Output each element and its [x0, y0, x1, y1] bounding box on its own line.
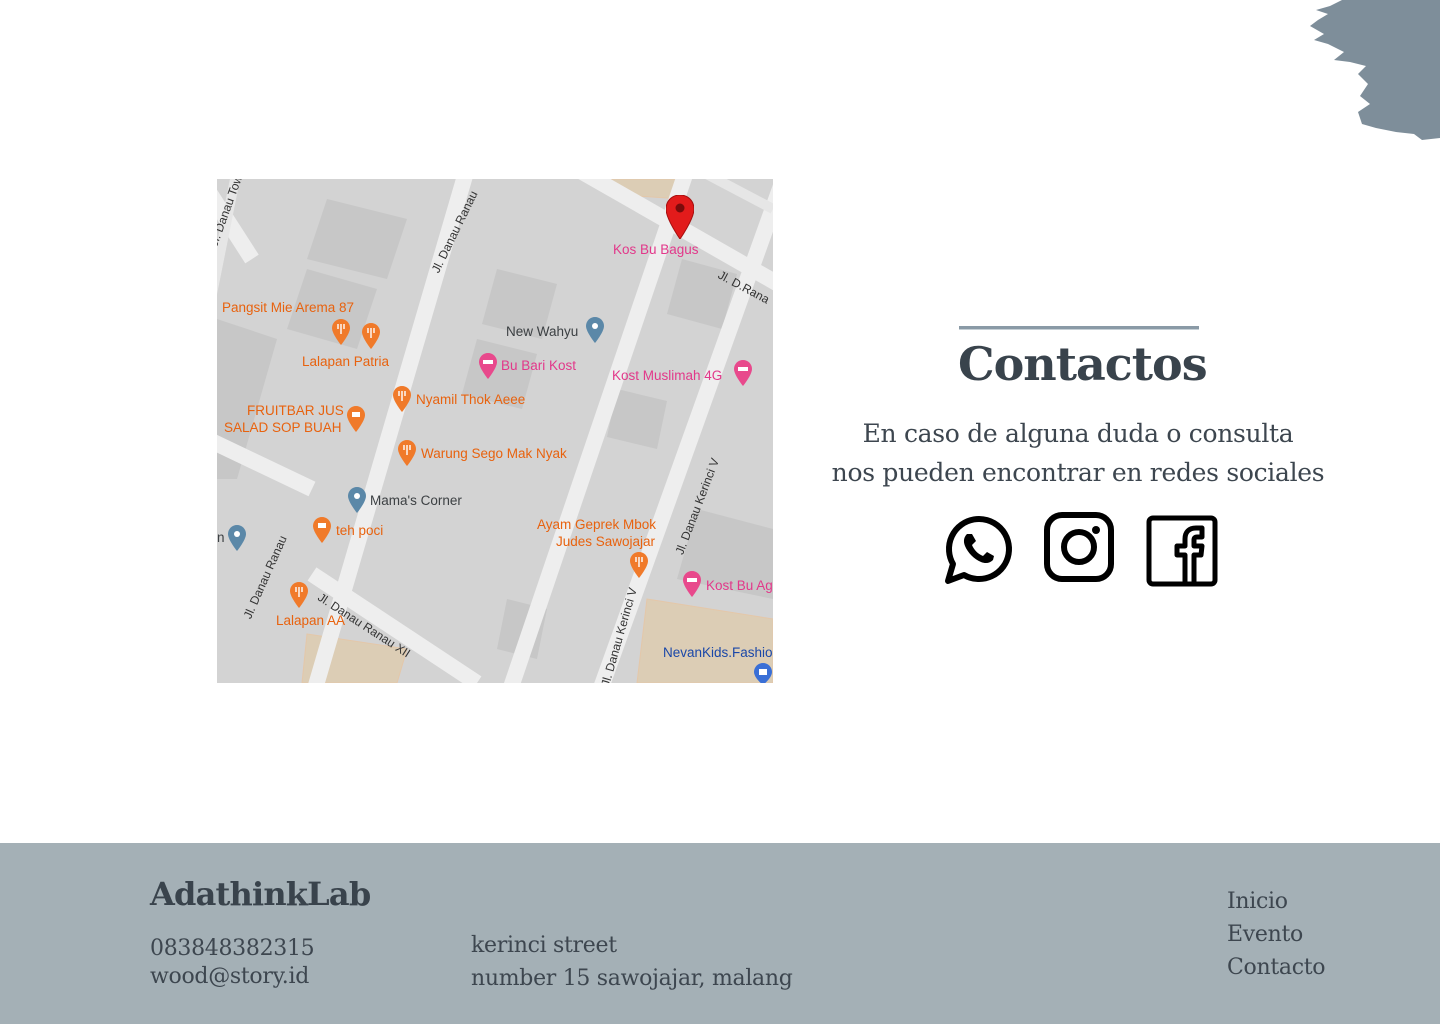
footer-address: kerinci street number 15 sawojajar, mala…: [471, 929, 793, 995]
footer: AdathinkLab 083848382315 wood@story.id k…: [0, 843, 1440, 1024]
map-place-label[interactable]: Mama's Corner: [370, 493, 462, 510]
restaurant-icon[interactable]: [630, 552, 648, 578]
location-map[interactable]: Jl. Danau Towu Jl. Danau Ranau Jl. D.Ran…: [217, 179, 773, 683]
restaurant-icon[interactable]: [362, 323, 380, 349]
footer-email: wood@story.id: [150, 964, 310, 989]
map-place-label[interactable]: FRUITBAR JUS: [247, 403, 344, 420]
instagram-icon[interactable]: [1042, 510, 1116, 588]
title-divider: [959, 326, 1199, 330]
facebook-icon[interactable]: [1145, 510, 1219, 588]
footer-nav: Inicio Evento Contacto: [1227, 885, 1326, 984]
footer-nav-link-contacto[interactable]: Contacto: [1227, 951, 1326, 984]
map-place-label[interactable]: Kost Muslimah 4G: [612, 368, 722, 385]
map-place-label[interactable]: Lalapan AA: [276, 613, 345, 630]
map-place-label[interactable]: NevanKids.Fashio: [663, 645, 773, 662]
contact-description: En caso de alguna duda o consulta nos pu…: [808, 414, 1348, 492]
map-place-label[interactable]: SALAD SOP BUAH: [224, 420, 342, 437]
footer-nav-link-evento[interactable]: Evento: [1227, 918, 1325, 951]
map-place-label[interactable]: Kost Bu Ag: [706, 578, 773, 595]
restaurant-icon[interactable]: [290, 582, 308, 608]
restaurant-icon[interactable]: [393, 386, 411, 412]
map-place-label[interactable]: Bu Bari Kost: [501, 358, 576, 375]
map-marker-label[interactable]: Kos Bu Bagus: [613, 242, 699, 259]
map-place-label[interactable]: n: [217, 530, 225, 547]
restaurant-icon[interactable]: [332, 319, 350, 345]
paint-brush-stroke-decoration: [1310, 0, 1440, 140]
contact-description-line: En caso de alguna duda o consulta: [862, 419, 1294, 448]
shopping-icon[interactable]: [754, 663, 772, 683]
footer-nav-link-inicio[interactable]: Inicio: [1227, 885, 1325, 918]
footer-brand: AdathinkLab: [150, 875, 371, 913]
map-place-label[interactable]: Judes Sawojajar: [556, 534, 655, 551]
cafe-icon[interactable]: [347, 406, 365, 432]
section-title: Contactos: [958, 337, 1208, 391]
cafe-icon[interactable]: [313, 517, 331, 543]
footer-phone: 083848382315: [150, 936, 315, 961]
location-pin-icon[interactable]: [586, 317, 604, 343]
hotel-icon[interactable]: [734, 360, 752, 386]
map-place-label[interactable]: Pangsit Mie Arema 87: [222, 300, 354, 317]
footer-address-line: kerinci street: [471, 933, 617, 958]
hotel-icon[interactable]: [683, 571, 701, 597]
footer-address-line: number 15 sawojajar, malang: [471, 966, 793, 991]
footer-contact-info: 083848382315 wood@story.id: [150, 935, 315, 991]
map-place-label[interactable]: Warung Sego Mak Nyak: [421, 446, 567, 463]
location-pin-icon[interactable]: [228, 525, 246, 551]
map-place-label[interactable]: Lalapan Patria: [302, 354, 389, 371]
location-pin-icon[interactable]: [348, 487, 366, 513]
red-location-pin-icon[interactable]: [666, 195, 694, 239]
contact-description-line: nos pueden encontrar en redes sociales: [831, 458, 1325, 487]
map-place-label[interactable]: Nyamil Thok Aeee: [416, 392, 525, 409]
hotel-icon[interactable]: [479, 353, 497, 379]
map-place-label[interactable]: teh poci: [336, 523, 383, 540]
map-place-label[interactable]: New Wahyu: [506, 324, 578, 341]
map-place-label[interactable]: Ayam Geprek Mbok: [537, 517, 656, 534]
whatsapp-icon[interactable]: [940, 510, 1014, 588]
restaurant-icon[interactable]: [398, 440, 416, 466]
